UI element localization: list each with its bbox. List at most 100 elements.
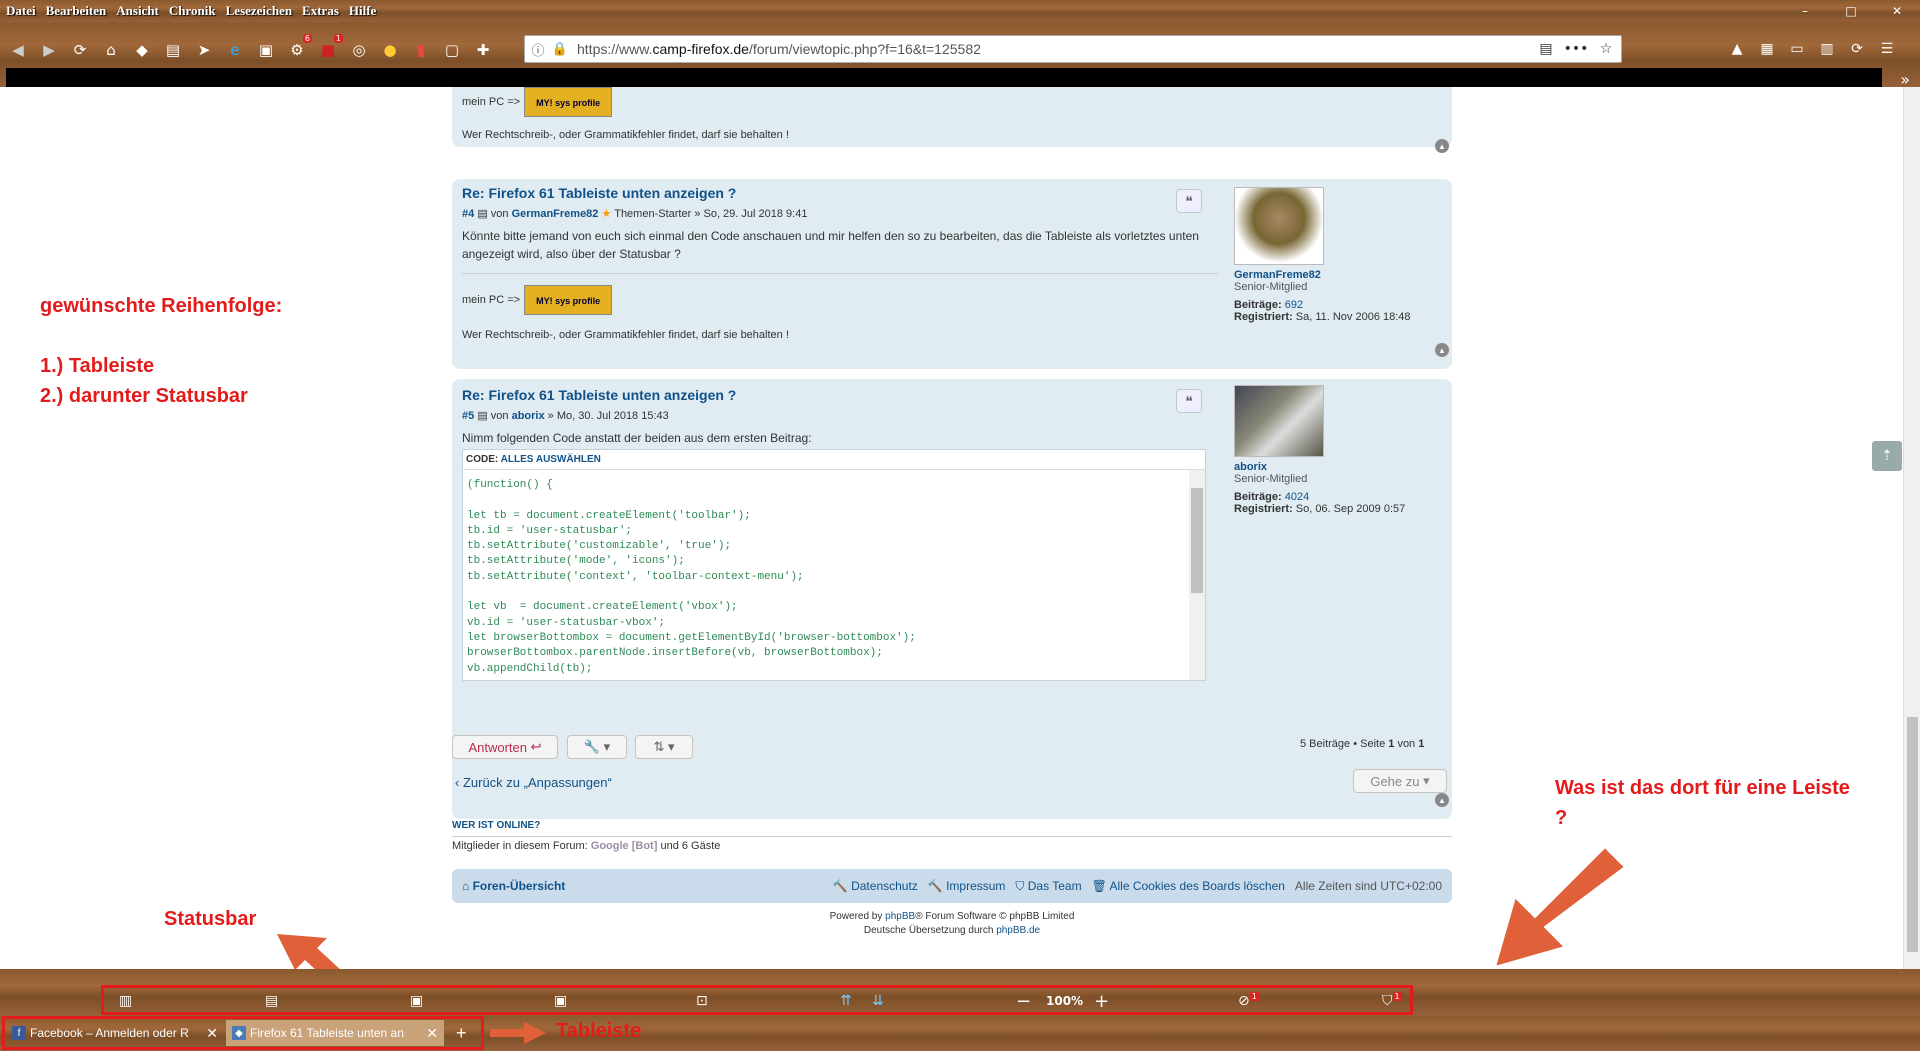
- scroll-down-icon[interactable]: ⇊: [872, 993, 884, 1009]
- post-author[interactable]: aborix: [512, 410, 545, 422]
- profile-name[interactable]: GermanFreme82: [1234, 269, 1434, 281]
- profile-name[interactable]: aborix: [1234, 461, 1434, 473]
- url-bar[interactable]: ⓘ 🔒 https://www.camp-firefox.de/forum/vi…: [524, 35, 1622, 63]
- save-icon[interactable]: ▭: [1782, 36, 1812, 62]
- home-icon[interactable]: ⌂: [98, 37, 124, 63]
- back-icon[interactable]: ◀: [5, 37, 31, 63]
- posts-count[interactable]: 4024: [1285, 491, 1309, 503]
- page-actions-icon[interactable]: •••: [1561, 41, 1591, 57]
- online-heading[interactable]: WER IST ONLINE?: [452, 820, 540, 831]
- new-tab-button[interactable]: +: [450, 1020, 480, 1046]
- reload-all-icon[interactable]: ⟳: [1842, 36, 1872, 62]
- back-link[interactable]: ‹ Zurück zu „Anpassungen“: [455, 775, 612, 790]
- code-scrollbar-thumb[interactable]: [1191, 488, 1203, 593]
- scroll-top-icon[interactable]: ⇡: [1872, 441, 1902, 471]
- page-scrollbar[interactable]: [1903, 87, 1920, 969]
- menu-lesezeichen[interactable]: Lesezeichen: [226, 3, 292, 19]
- quote-button[interactable]: ❝: [1176, 389, 1202, 413]
- status-addon-icon-5[interactable]: ⊘ 1: [1238, 991, 1259, 1009]
- sysprofile-image[interactable]: MY! sys profile: [524, 87, 613, 117]
- puzzle-icon[interactable]: ✚: [470, 37, 496, 63]
- back-to-top-icon[interactable]: ▲: [1435, 139, 1449, 153]
- status-addon-icon-4[interactable]: ⊡: [696, 993, 708, 1009]
- privacy-link[interactable]: 🔨 Datenschutz: [833, 879, 918, 894]
- post-title[interactable]: Re: Firefox 61 Tableiste unten anzeigen …: [462, 387, 736, 403]
- menu-datei[interactable]: Datei: [6, 3, 36, 19]
- zoom-level[interactable]: 100%: [1046, 993, 1083, 1009]
- menu-hilfe[interactable]: Hilfe: [349, 3, 376, 19]
- menu-chronik[interactable]: Chronik: [169, 3, 216, 19]
- avatar[interactable]: [1234, 187, 1324, 265]
- phpbbde-link[interactable]: phpBB.de: [996, 925, 1040, 936]
- url-text[interactable]: https://www.camp-firefox.de/forum/viewto…: [577, 41, 981, 57]
- ie-icon[interactable]: e: [222, 37, 248, 63]
- goto-dropdown[interactable]: Gehe zu ▾: [1353, 769, 1447, 793]
- back-to-top-icon[interactable]: ▲: [1435, 343, 1449, 357]
- forum-index-link[interactable]: ⌂ Foren-Übersicht: [462, 879, 565, 893]
- info-icon[interactable]: ⓘ: [529, 40, 547, 59]
- tab-firefox-forum[interactable]: ◆ Firefox 61 Tableiste unten an ✕: [226, 1020, 444, 1046]
- status-addon-icon-3[interactable]: ▣: [554, 993, 567, 1009]
- code-content[interactable]: (function() { let tb = document.createEl…: [467, 478, 916, 677]
- addon-icon-11[interactable]: ▥: [1812, 36, 1842, 62]
- menu-bearbeiten[interactable]: Bearbeiten: [46, 3, 107, 19]
- select-all-link[interactable]: ALLES AUSWÄHLEN: [501, 454, 601, 465]
- screenshot-icon[interactable]: ▦: [1752, 36, 1782, 62]
- addon-icon-5[interactable]: ⚙ 6: [284, 34, 312, 63]
- close-tab-icon[interactable]: ✕: [206, 1025, 218, 1042]
- addon-icon-1[interactable]: ◆: [129, 37, 155, 63]
- back-to-top-icon[interactable]: ▲: [1435, 793, 1449, 807]
- zoom-in-icon[interactable]: +: [1094, 991, 1109, 1012]
- scroll-up-icon[interactable]: ⇈: [840, 993, 852, 1009]
- minimize-button[interactable]: –: [1782, 0, 1828, 22]
- lock-icon[interactable]: 🔒: [551, 42, 569, 57]
- addon-icon-9[interactable]: ▢: [439, 37, 465, 63]
- online-bot[interactable]: Google [Bot]: [591, 840, 658, 852]
- badge: 1: [1392, 991, 1402, 1001]
- addon-icon-4[interactable]: ▣: [253, 37, 279, 63]
- addon-icon-8[interactable]: ▮: [408, 37, 434, 63]
- maximize-button[interactable]: □: [1828, 0, 1874, 22]
- tab-facebook[interactable]: f Facebook – Anmelden oder R ✕: [6, 1020, 224, 1046]
- page-scrollbar-thumb[interactable]: [1907, 717, 1918, 952]
- post-title[interactable]: Re: Firefox 61 Tableiste unten anzeigen …: [462, 185, 736, 201]
- addon-icon-10[interactable]: ▲: [1722, 36, 1752, 62]
- posts-count[interactable]: 692: [1285, 299, 1303, 311]
- quote-button[interactable]: ❝: [1176, 189, 1202, 213]
- status-addon-icon-1[interactable]: ▤: [265, 993, 278, 1009]
- shield-icon[interactable]: ⛉ 1: [1382, 991, 1402, 1009]
- zoom-out-icon[interactable]: −: [1016, 991, 1031, 1012]
- addon-icon-3[interactable]: ➤: [191, 37, 217, 63]
- team-link[interactable]: ⛉ Das Team: [1015, 879, 1081, 894]
- menu-extras[interactable]: Extras: [302, 3, 339, 19]
- addon-icon-7[interactable]: ●: [377, 37, 403, 63]
- hamburger-menu-icon[interactable]: ☰: [1872, 36, 1902, 62]
- code-scrollbar[interactable]: [1189, 470, 1205, 680]
- avatar[interactable]: [1234, 385, 1324, 457]
- online-text: Mitglieder in diesem Forum:: [452, 840, 588, 852]
- close-window-button[interactable]: ✕: [1874, 0, 1920, 22]
- ublock-icon[interactable]: ■ 1: [315, 34, 343, 63]
- sidebar-icon[interactable]: ▥: [119, 993, 132, 1009]
- post-number[interactable]: #4: [462, 208, 474, 220]
- addon-icon-6[interactable]: ◎: [346, 37, 372, 63]
- post-author[interactable]: GermanFreme82: [512, 208, 599, 220]
- forward-icon[interactable]: ▶: [36, 37, 62, 63]
- bookmark-star-icon[interactable]: ☆: [1591, 41, 1621, 57]
- addon-icon-2[interactable]: ▤: [160, 37, 186, 63]
- code-label: CODE:: [466, 454, 499, 465]
- post-number[interactable]: #5: [462, 410, 474, 422]
- reply-button[interactable]: Antworten ↩: [452, 735, 558, 759]
- menu-ansicht[interactable]: Ansicht: [116, 3, 159, 19]
- url-path: /forum/viewtopic.php?f=16&t=125582: [748, 41, 981, 57]
- reader-view-icon[interactable]: ▤: [1531, 41, 1561, 57]
- close-tab-icon[interactable]: ✕: [426, 1025, 438, 1042]
- sysprofile-image[interactable]: MY! sys profile: [524, 285, 613, 315]
- tools-dropdown[interactable]: 🔧 ▾: [567, 735, 627, 759]
- sort-dropdown[interactable]: ⇅ ▾: [635, 735, 693, 759]
- phpbb-link[interactable]: phpBB: [885, 911, 915, 922]
- impressum-link[interactable]: 🔨 Impressum: [928, 879, 1006, 894]
- reload-icon[interactable]: ⟳: [67, 37, 93, 63]
- delete-cookies-link[interactable]: 🗑 Alle Cookies des Boards löschen: [1092, 879, 1285, 894]
- status-addon-icon-2[interactable]: ▣: [410, 993, 423, 1009]
